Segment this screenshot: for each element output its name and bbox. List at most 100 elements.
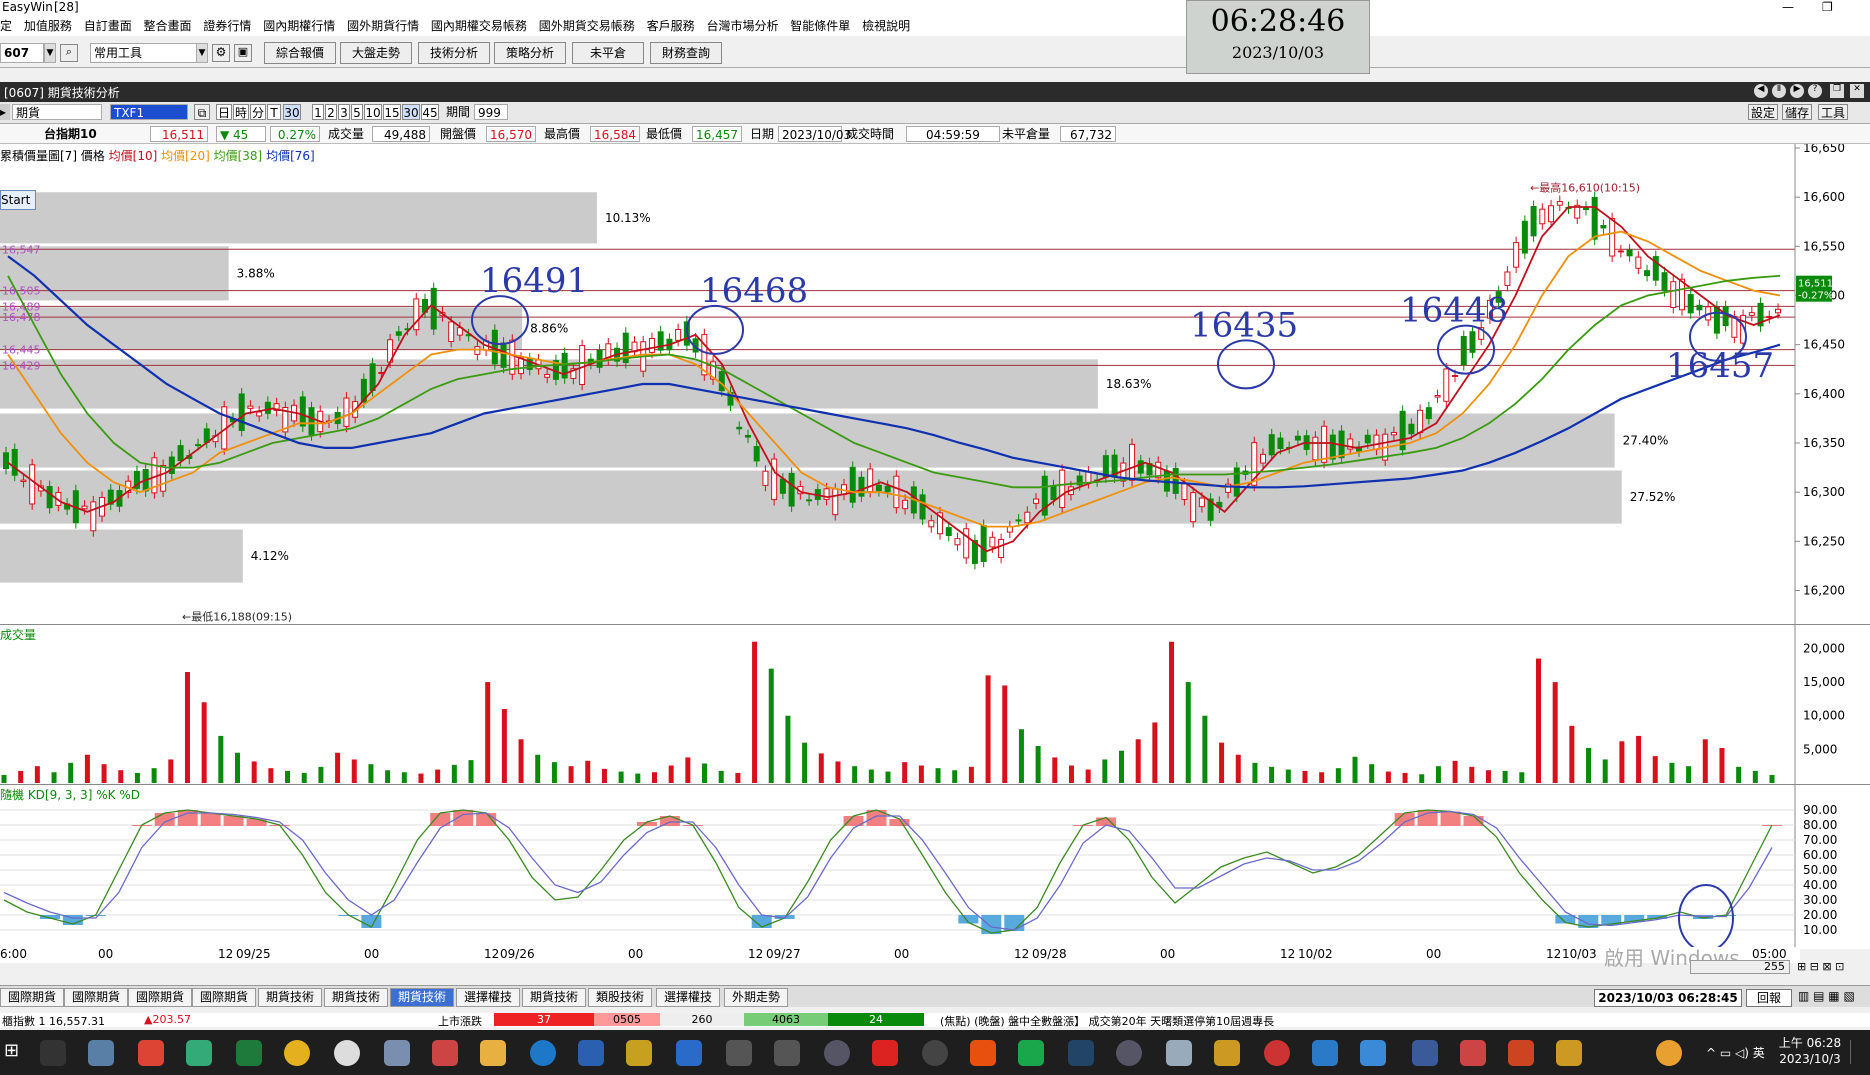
menu-item[interactable]: 定 — [0, 16, 12, 36]
minute-option[interactable]: 2 — [325, 104, 337, 120]
powerpoint-icon[interactable] — [1508, 1040, 1534, 1066]
app-icon[interactable] — [872, 1040, 898, 1066]
period-value[interactable]: 30 — [283, 104, 301, 120]
search-icon[interactable]: ⌕ — [60, 44, 78, 62]
tab-intl-futures[interactable]: 國際期貨 — [64, 988, 128, 1007]
menu-item[interactable]: 國外期貨行情 — [347, 16, 419, 36]
app-icon[interactable] — [970, 1040, 996, 1066]
menu-item[interactable]: 台灣市場分析 — [706, 16, 778, 36]
close-icon[interactable]: ✕ — [1850, 84, 1864, 98]
prev-icon[interactable]: ◀ — [1754, 84, 1768, 98]
chrome-icon[interactable] — [284, 1040, 310, 1066]
news-ticker[interactable]: (焦點) (晚盤) 盤中全數盤漲】 成交第20年 天曙類選停第10屆週專長 — [940, 1013, 1274, 1027]
app-icon[interactable] — [726, 1040, 752, 1066]
next-icon[interactable]: ▶ — [1790, 84, 1804, 98]
taskview-icon[interactable] — [40, 1040, 66, 1066]
tab-futures-tech-active[interactable]: 期貨技術 — [390, 988, 454, 1007]
period-minute[interactable]: 分 — [250, 104, 266, 120]
window-icon[interactable]: ▣ — [234, 44, 252, 62]
financial-query-button[interactable]: 財務查詢 — [650, 42, 722, 64]
line-icon[interactable] — [1018, 1040, 1044, 1066]
minimize-icon[interactable]: — — [1782, 0, 1794, 14]
tab-options-tech[interactable]: 選擇權技 — [456, 988, 520, 1007]
tab-intl-futures[interactable]: 國際期貨 — [192, 988, 256, 1007]
menu-item[interactable]: 整合畫面 — [144, 16, 192, 36]
price-chart[interactable]: 累積價量圖[7] 價格 均價[10] 均價[20] 均價[38] 均價[76] … — [0, 144, 1870, 624]
settings-button[interactable]: 設定 — [1748, 104, 1778, 120]
kd-chart[interactable]: 隨機 KD[9, 3, 3] %K %D 10.00 20.00 30.00 40.0… — [0, 784, 1870, 950]
contract-select[interactable]: TXF1 — [110, 104, 188, 120]
tab-options-tech[interactable]: 選擇權技 — [656, 988, 720, 1007]
period-tick[interactable]: T — [267, 104, 281, 120]
expand-icon[interactable]: ▸ — [0, 104, 10, 120]
tool-combo[interactable]: 常用工具 — [90, 43, 206, 63]
tab-intl-futures[interactable]: 國際期貨 — [0, 988, 64, 1007]
app-icon[interactable] — [1264, 1040, 1290, 1066]
menu-item[interactable]: 檢視說明 — [862, 16, 910, 36]
excel-icon[interactable] — [236, 1040, 262, 1066]
volume-chart[interactable]: 成交量 5,000 10,000 15,000 20,000 — [0, 624, 1870, 785]
tab-intl-futures[interactable]: 國際期貨 — [128, 988, 192, 1007]
restore-icon[interactable]: ❐ — [1830, 84, 1844, 98]
app-icon[interactable] — [1214, 1040, 1240, 1066]
minute-option[interactable]: 1 — [312, 104, 324, 120]
app-icon[interactable] — [1360, 1040, 1386, 1066]
folder-icon[interactable] — [480, 1040, 506, 1066]
tray-icons[interactable]: ^ ▭ ◁) 英 — [1706, 1044, 1765, 1061]
save-button[interactable]: 儲存 — [1782, 104, 1812, 120]
help-icon[interactable]: ? — [1808, 84, 1822, 98]
app-icon[interactable] — [384, 1040, 410, 1066]
menu-item[interactable]: 智能條件單 — [790, 16, 850, 36]
minute-option[interactable]: 30 — [402, 104, 420, 120]
notification-icon[interactable] — [1850, 1040, 1866, 1064]
app-icon[interactable] — [138, 1040, 164, 1066]
code-input[interactable]: 607 — [0, 43, 44, 63]
chevron-down-icon[interactable]: ▼ — [44, 43, 56, 63]
tab-futures-tech[interactable]: 期貨技術 — [324, 988, 388, 1007]
weather-icon[interactable] — [1656, 1040, 1682, 1066]
app-icon[interactable] — [334, 1040, 360, 1066]
tech-analysis-button[interactable]: 技術分析 — [418, 42, 490, 64]
overview-quote-button[interactable]: 綜合報價 — [264, 42, 336, 64]
report-button[interactable]: 回報 — [1746, 989, 1792, 1007]
open-interest-button[interactable]: 未平倉 — [572, 42, 644, 64]
menu-item[interactable]: 國內期權行情 — [263, 16, 335, 36]
minute-option[interactable]: 3 — [338, 104, 350, 120]
menu-item[interactable]: 客戶服務 — [647, 16, 695, 36]
tab-intl-trend[interactable]: 外期走勢 — [724, 988, 788, 1007]
app-icon[interactable] — [186, 1040, 212, 1066]
app-icon[interactable] — [824, 1040, 850, 1066]
gear-icon[interactable]: ⚙ — [212, 44, 230, 62]
menu-item[interactable]: 加值服務 — [24, 16, 72, 36]
app-icon[interactable] — [1460, 1040, 1486, 1066]
app-icon[interactable] — [1556, 1040, 1582, 1066]
copy-icon[interactable]: ⧉ — [194, 104, 210, 120]
start-icon[interactable]: ⊞ — [4, 1040, 30, 1066]
zoom-value[interactable]: 255 — [1690, 960, 1790, 974]
app-icon[interactable] — [88, 1040, 114, 1066]
app-icon[interactable] — [774, 1040, 800, 1066]
period-day[interactable]: 日 — [216, 104, 232, 120]
restore-icon[interactable]: ❐ — [1822, 0, 1833, 14]
app-icon[interactable] — [922, 1040, 948, 1066]
tab-futures-tech[interactable]: 期貨技術 — [258, 988, 322, 1007]
product-type-select[interactable]: 期貨 — [12, 104, 102, 120]
period-hour[interactable]: 時 — [233, 104, 249, 120]
ie-icon[interactable] — [530, 1040, 556, 1066]
app-icon[interactable] — [676, 1040, 702, 1066]
market-trend-button[interactable]: 大盤走勢 — [340, 42, 412, 64]
menu-item[interactable]: 國內期權交易帳務 — [431, 16, 527, 36]
app-icon[interactable] — [432, 1040, 458, 1066]
menu-item[interactable]: 國外期貨交易帳務 — [539, 16, 635, 36]
app-icon[interactable] — [1312, 1040, 1338, 1066]
app-icon[interactable] — [1412, 1040, 1438, 1066]
period-input[interactable]: 999 — [474, 104, 508, 120]
pause-icon[interactable]: Ⅱ — [1772, 84, 1786, 98]
app-icon[interactable] — [1166, 1040, 1192, 1066]
menu-item[interactable]: 自訂畫面 — [84, 16, 132, 36]
minute-option[interactable]: 15 — [383, 104, 401, 120]
tab-sector-tech[interactable]: 類股技術 — [588, 988, 652, 1007]
minute-option[interactable]: 10 — [364, 104, 382, 120]
strategy-analysis-button[interactable]: 策略分析 — [494, 42, 566, 64]
start-button[interactable]: Start — [0, 190, 36, 210]
